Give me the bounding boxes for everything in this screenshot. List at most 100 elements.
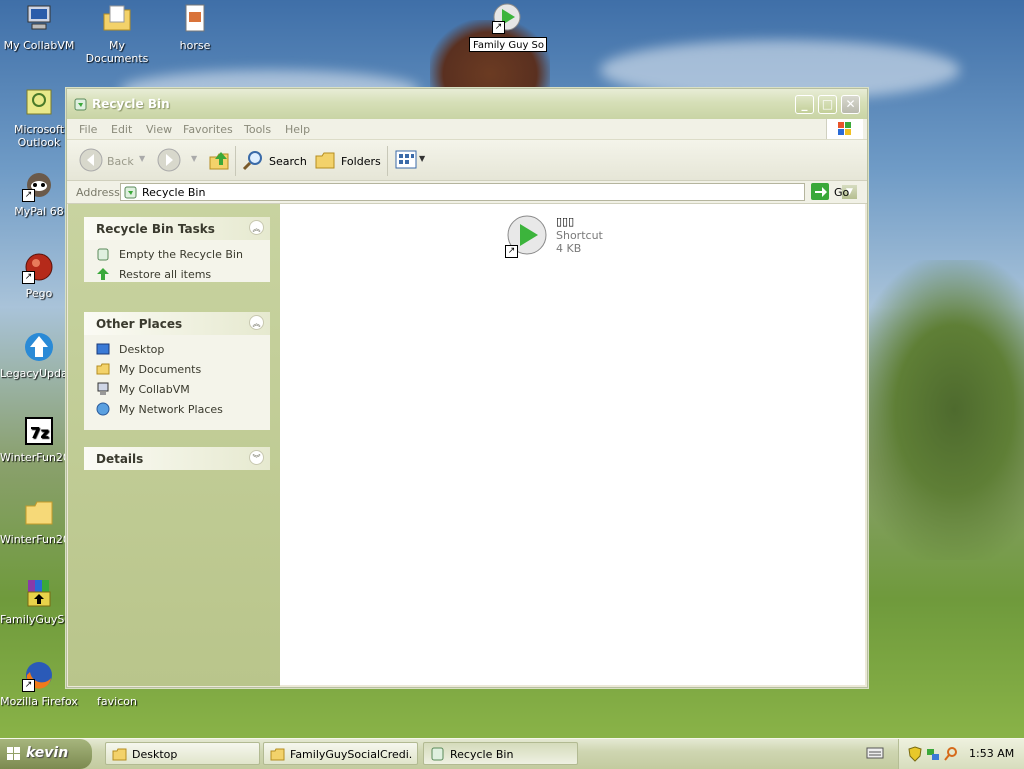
recycle-bin-icon: [124, 186, 137, 199]
back-button-label[interactable]: Back: [107, 155, 134, 168]
collapse-chevron-icon[interactable]: ︽: [249, 220, 264, 235]
place-label: My Network Places: [119, 403, 223, 416]
computer-icon: [97, 382, 109, 395]
folders-icon[interactable]: [314, 149, 336, 174]
taskbar-button-label: Recycle Bin: [450, 748, 514, 761]
go-arrow-icon[interactable]: [811, 183, 829, 200]
menu-edit[interactable]: Edit: [111, 123, 132, 136]
empty-recycle-bin-icon: [97, 248, 109, 261]
legacy-update-icon: [22, 330, 56, 364]
svg-text:7z: 7z: [30, 424, 49, 442]
clock[interactable]: 1:53 AM: [969, 747, 1014, 760]
recycle-bin-window: Recycle Bin _ □ ✕ File Edit View Favorit…: [66, 88, 868, 688]
task-empty-recycle-bin[interactable]: Empty the Recycle Bin: [84, 244, 270, 264]
network-places-icon: [96, 402, 110, 416]
shortcut-arrow-icon: ↗: [22, 679, 35, 692]
other-places-panel: Other Places ︽ Desktop My Documents My C…: [84, 312, 270, 430]
desktop-icon: [96, 343, 110, 355]
window-title: Recycle Bin: [92, 97, 170, 111]
7zip-archive-icon: 7z: [22, 414, 56, 448]
taskbar-button-recycle-bin[interactable]: Recycle Bin: [423, 742, 578, 765]
window-titlebar[interactable]: Recycle Bin _ □ ✕: [67, 89, 867, 119]
views-icon[interactable]: [395, 150, 417, 173]
security-shield-icon[interactable]: [907, 746, 923, 762]
menu-tools[interactable]: Tools: [244, 123, 271, 136]
minimize-button[interactable]: _: [795, 95, 814, 114]
menu-help[interactable]: Help: [285, 123, 310, 136]
menu-favorites[interactable]: Favorites: [183, 123, 233, 136]
search-button-label[interactable]: Search: [269, 155, 307, 168]
desktop-icon-my-documents[interactable]: My Documents: [78, 2, 156, 65]
desktop-icon-horse[interactable]: horse: [156, 2, 234, 52]
address-label: Address: [76, 186, 120, 199]
file-type: Shortcut: [556, 229, 603, 242]
place-my-documents[interactable]: My Documents: [84, 359, 270, 379]
address-value: Recycle Bin: [142, 186, 206, 199]
close-button[interactable]: ✕: [841, 95, 860, 114]
file-list-view[interactable]: ↗ ▯▯▯ Shortcut 4 KB: [280, 204, 865, 685]
place-desktop[interactable]: Desktop: [84, 339, 270, 359]
toolbar-separator: [387, 146, 388, 176]
menu-view[interactable]: View: [146, 123, 172, 136]
views-dropdown-icon[interactable]: ▼: [419, 154, 425, 163]
folders-button-label[interactable]: Folders: [341, 155, 381, 168]
panel-header[interactable]: Recycle Bin Tasks ︽: [84, 217, 270, 240]
wallpaper-trees: [850, 260, 1024, 560]
forward-dropdown-icon[interactable]: ▼: [191, 154, 197, 163]
task-label: Empty the Recycle Bin: [119, 248, 243, 261]
task-label: Restore all items: [119, 268, 212, 281]
keyboard-icon[interactable]: [866, 746, 884, 763]
desktop-icon-label: horse: [179, 39, 211, 52]
taskbar: kevin Desktop FamilyGuySocialCredi... Re…: [0, 738, 1024, 769]
maximize-button[interactable]: □: [818, 95, 837, 114]
media-player-shortcut-icon[interactable]: ↗: [490, 2, 524, 36]
panel-title: Recycle Bin Tasks: [96, 222, 215, 236]
back-dropdown-icon[interactable]: ▼: [139, 154, 145, 163]
taskbar-button-familyguy[interactable]: FamilyGuySocialCredi...: [263, 742, 418, 765]
recycle-bin-icon: [431, 747, 444, 761]
desktop-icon-label: Mozilla Firefox: [0, 695, 78, 708]
media-player-shortcut-icon: ↗: [503, 215, 551, 259]
folder-icon: [22, 496, 56, 530]
start-label: kevin: [26, 745, 69, 761]
forward-arrow-icon[interactable]: [157, 148, 181, 175]
folder-icon: [270, 748, 285, 761]
panel-header[interactable]: Other Places ︽: [84, 312, 270, 335]
back-arrow-icon[interactable]: [79, 148, 103, 175]
go-button-label[interactable]: Go: [834, 186, 849, 199]
menu-file[interactable]: File: [79, 123, 97, 136]
place-label: My CollabVM: [119, 383, 190, 396]
task-restore-all[interactable]: Restore all items: [84, 264, 270, 284]
expand-chevron-icon[interactable]: ︾: [249, 450, 264, 465]
collapse-chevron-icon[interactable]: ︽: [249, 315, 264, 330]
outlook-icon: [22, 86, 56, 120]
shortcut-arrow-icon: ↗: [22, 189, 35, 202]
menu-bar: File Edit View Favorites Tools Help: [67, 119, 867, 140]
network-icon[interactable]: [925, 746, 941, 762]
rename-input[interactable]: Family Guy So: [469, 37, 547, 52]
search-icon[interactable]: [943, 746, 959, 762]
taskbar-button-desktop[interactable]: Desktop: [105, 742, 260, 765]
file-item[interactable]: ↗ ▯▯▯ Shortcut 4 KB: [503, 215, 663, 259]
address-input[interactable]: Recycle Bin ▼: [120, 183, 857, 201]
file-size: 4 KB: [556, 242, 582, 255]
folder-icon: [112, 748, 127, 761]
up-folder-icon[interactable]: [207, 148, 231, 175]
task-pane: Recycle Bin Tasks ︽ Empty the Recycle Bi…: [68, 204, 280, 686]
address-bar: Address Recycle Bin ▼ Go: [67, 181, 867, 204]
start-button[interactable]: kevin: [0, 739, 92, 769]
desktop-icon-my-collabvm[interactable]: My CollabVM: [0, 2, 78, 52]
place-my-collabvm[interactable]: My CollabVM: [84, 379, 270, 399]
file-name: ▯▯▯: [556, 215, 575, 228]
panel-header[interactable]: Details ︾: [84, 447, 270, 470]
windows-flag-icon: [7, 747, 20, 760]
desktop-icon-label: My Documents: [85, 39, 149, 65]
system-tray: 1:53 AM: [898, 739, 1024, 769]
windows-logo-icon: [826, 119, 863, 139]
mypal-browser-icon: ↗: [22, 168, 56, 202]
toolbar-separator: [235, 146, 236, 176]
documents-folder-icon: [96, 363, 110, 375]
search-icon[interactable]: [242, 149, 264, 174]
firefox-icon: ↗: [22, 658, 56, 692]
place-my-network-places[interactable]: My Network Places: [84, 399, 270, 419]
